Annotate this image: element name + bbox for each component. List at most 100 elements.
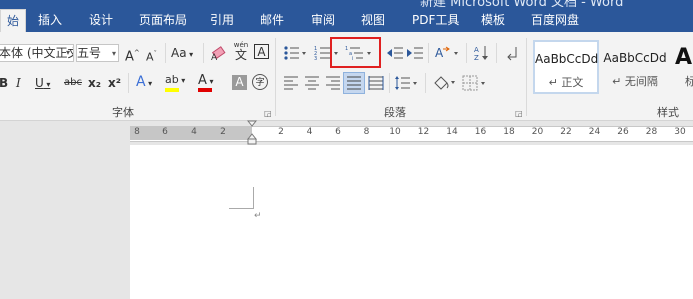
font-size-combo[interactable]: 五号 ▾ xyxy=(76,44,119,62)
eraser-icon: A xyxy=(211,46,226,63)
font-dialog-launcher-icon[interactable]: ◲ xyxy=(264,109,272,118)
style-normal[interactable]: AaBbCcDd ↵ 正文 xyxy=(533,40,599,94)
font-name-value: 本体 (中文正文 xyxy=(0,46,74,60)
ruler-number: 20 xyxy=(531,127,544,137)
ruler-number: 10 xyxy=(389,127,401,137)
distributed-button[interactable] xyxy=(368,75,384,91)
phonetic-guide-button[interactable]: wén 文 xyxy=(231,41,251,63)
justify-button[interactable] xyxy=(343,72,365,94)
styles-group-label: 样式 xyxy=(657,106,679,119)
enclose-char-button[interactable]: 字 xyxy=(252,74,268,90)
style-name: ↵ 正文 xyxy=(548,76,584,89)
tab-templates[interactable]: 模板 xyxy=(481,7,505,32)
ruler-number: 30 xyxy=(674,127,686,137)
highlight-color-bar xyxy=(165,88,179,92)
indent-marker-icon xyxy=(246,120,258,145)
bullets-button[interactable] xyxy=(283,45,307,61)
separator xyxy=(203,43,204,63)
align-center-button[interactable] xyxy=(304,75,320,91)
align-center-icon xyxy=(305,76,319,90)
enclose-char-icon: 字 xyxy=(255,78,265,88)
highlight-button[interactable]: ab ▾ xyxy=(165,71,185,89)
separator xyxy=(389,73,390,93)
shrink-font-button[interactable]: Aˇ xyxy=(146,45,157,64)
chevron-down-icon: ▾ xyxy=(111,49,116,58)
increase-indent-icon xyxy=(407,47,423,59)
clear-format-button[interactable]: A xyxy=(211,45,227,63)
align-left-button[interactable] xyxy=(283,75,299,91)
superscript-button[interactable]: x² xyxy=(108,74,121,92)
ribbon-tabs: 始 插入 设计 页面布局 引用 邮件 审阅 视图 PDF工具 模板 百度网盘 xyxy=(0,7,693,33)
char-shading-icon: A xyxy=(235,75,244,89)
separator xyxy=(466,43,467,63)
tab-layout[interactable]: 页面布局 xyxy=(139,7,187,32)
bold-button[interactable]: B xyxy=(0,74,8,92)
group-separator xyxy=(275,38,276,116)
style-no-spacing[interactable]: AaBbCcDd ↵ 无间隔 xyxy=(602,40,668,94)
increase-indent-button[interactable] xyxy=(406,45,424,61)
separator xyxy=(128,73,129,93)
paragraph-dialog-launcher-icon[interactable]: ◲ xyxy=(515,109,523,118)
chinese-layout-button[interactable]: A xyxy=(435,45,461,61)
indent-marker[interactable] xyxy=(246,120,258,146)
style-name: ↵ 无间隔 xyxy=(612,75,658,88)
ruler-number: 4 xyxy=(306,127,313,137)
ruler-number: 8 xyxy=(363,127,370,137)
tab-review[interactable]: 审阅 xyxy=(311,7,335,32)
document-page[interactable] xyxy=(130,145,693,299)
strikethrough-button[interactable]: abc xyxy=(64,74,82,92)
decrease-indent-button[interactable] xyxy=(386,45,404,61)
italic-button[interactable]: I xyxy=(16,74,21,92)
tab-baidu-netdisk[interactable]: 百度网盘 xyxy=(531,7,579,32)
ruler-number: 26 xyxy=(617,127,629,137)
line-spacing-icon xyxy=(395,76,417,90)
group-separator xyxy=(526,38,527,116)
decrease-indent-icon xyxy=(387,47,403,59)
underline-button[interactable]: U ▾ xyxy=(35,74,50,92)
separator xyxy=(165,43,166,63)
highlight-box xyxy=(330,37,381,68)
highlighter-icon: ab xyxy=(165,73,179,86)
char-shading-button[interactable]: A xyxy=(232,75,247,90)
borders-icon xyxy=(462,75,485,91)
ruler-number: 4 xyxy=(191,127,197,137)
shrink-font-icon: A xyxy=(146,50,154,64)
svg-text:A: A xyxy=(474,46,479,54)
ruler-number: 2 xyxy=(278,127,284,137)
chinese-layout-icon: A xyxy=(435,46,458,60)
align-left-icon xyxy=(284,76,298,90)
text-effects-icon: A xyxy=(136,74,146,90)
paragraph-mark-icon xyxy=(507,47,517,61)
tab-design[interactable]: 设计 xyxy=(89,7,113,32)
align-right-button[interactable] xyxy=(325,75,341,91)
tab-insert[interactable]: 插入 xyxy=(38,7,62,32)
ruler-number: 24 xyxy=(588,127,601,137)
paint-bucket-icon xyxy=(434,76,455,90)
svg-text:3: 3 xyxy=(314,56,317,61)
style-sample: AaBbCcDd xyxy=(535,52,599,66)
shading-button[interactable] xyxy=(432,74,458,92)
font-name-combo[interactable]: 本体 (中文正文 xyxy=(0,44,74,62)
tab-references[interactable]: 引用 xyxy=(210,7,234,32)
ruler-number: 18 xyxy=(503,127,515,137)
subscript-button[interactable]: x₂ xyxy=(88,74,101,92)
svg-text:A: A xyxy=(435,46,444,60)
tab-pdf-tools[interactable]: PDF工具 xyxy=(412,7,459,32)
style-sample: AaBbCcDd xyxy=(603,51,667,65)
grow-font-button[interactable]: A^ xyxy=(125,44,140,64)
tab-home[interactable]: 始 xyxy=(0,9,27,33)
style-heading[interactable]: AaB 标 xyxy=(670,40,693,94)
tab-view[interactable]: 视图 xyxy=(361,7,385,32)
change-case-button[interactable]: Aa ▾ xyxy=(171,44,193,62)
tab-mailings[interactable]: 邮件 xyxy=(260,7,284,32)
chevron-down-icon[interactable]: ▾ xyxy=(66,44,74,62)
change-case-icon: Aa xyxy=(171,46,187,60)
ruler-number: 6 xyxy=(335,127,341,137)
char-border-button[interactable]: A xyxy=(254,44,269,59)
borders-button[interactable] xyxy=(462,75,488,91)
ruler-number: 2 xyxy=(220,127,226,137)
sort-button[interactable]: A Z xyxy=(474,44,490,62)
line-spacing-button[interactable] xyxy=(394,75,420,91)
text-effects-button[interactable]: A ▾ xyxy=(136,73,152,91)
show-marks-button[interactable] xyxy=(505,45,519,61)
